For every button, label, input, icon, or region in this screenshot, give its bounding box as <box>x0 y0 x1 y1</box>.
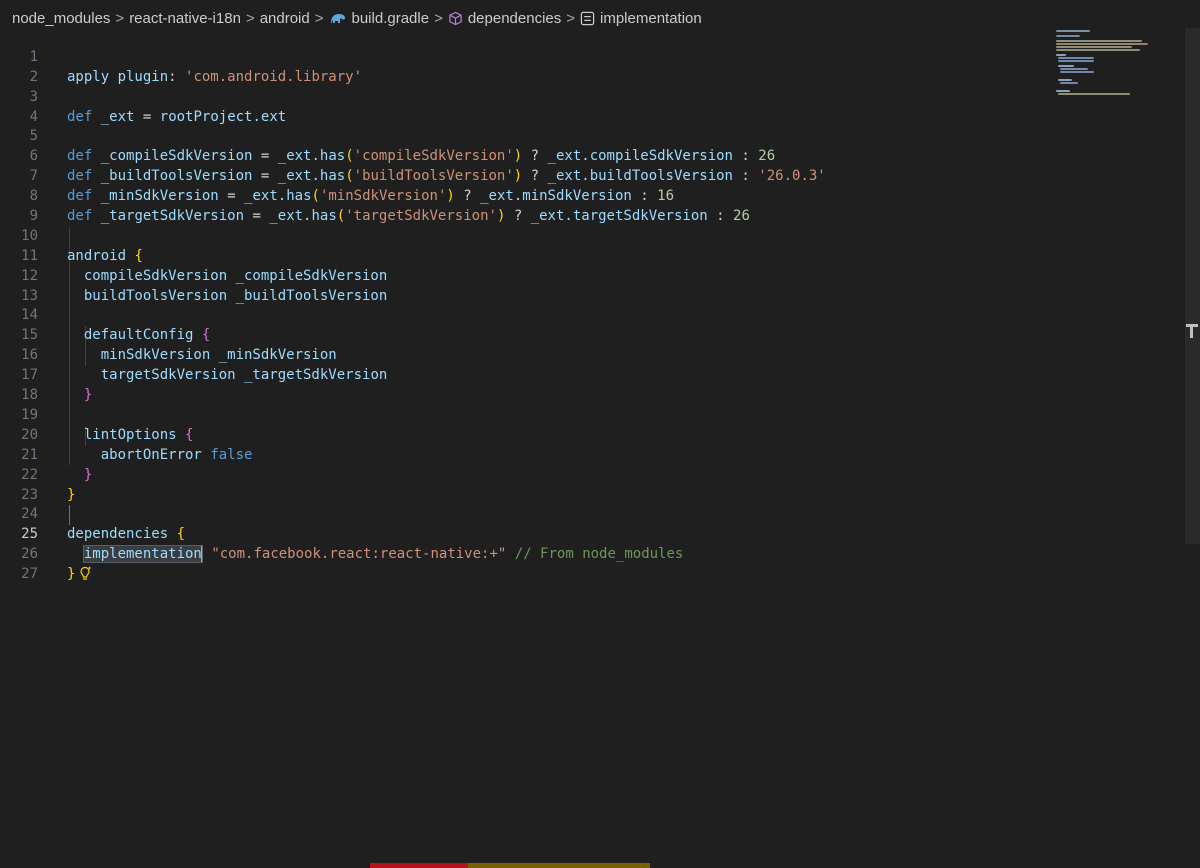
code-line: 12 buildToolsVersion _buildToolsVersion <box>0 247 1185 304</box>
code-line-active: 25 implementation "com.facebook.react:re… <box>0 505 1185 564</box>
minimap-line <box>1056 46 1132 48</box>
minimap-line <box>1058 79 1072 81</box>
minimap-line <box>1056 43 1148 45</box>
minimap-line <box>1058 93 1130 95</box>
code-line: 23 <box>0 466 1185 503</box>
code-editor[interactable]: 1 apply plugin: 'com.android.library' 2 … <box>0 28 1185 866</box>
code-line: 6 def _buildToolsVersion = _ext.has('bui… <box>0 127 1185 184</box>
code-line: 21 } <box>0 426 1185 483</box>
code-line: 27 <box>0 545 1185 582</box>
breadcrumb-separator: > <box>245 9 255 27</box>
minimap-line <box>1056 49 1140 51</box>
breadcrumb-item-build-gradle[interactable]: build.gradle <box>329 10 429 27</box>
minimap[interactable] <box>1052 28 1162 98</box>
code-line: 26 } <box>0 525 1185 582</box>
gradle-elephant-icon <box>330 14 345 23</box>
code-line: 4 <box>0 88 1185 125</box>
code-line: 15 minSdkVersion _minSdkVersion <box>0 306 1185 363</box>
code-line: 19 lintOptions { <box>0 386 1185 443</box>
breadcrumb-item-android[interactable]: android <box>260 10 310 27</box>
breadcrumb-separator: > <box>434 9 443 27</box>
breadcrumb-item-node-modules[interactable]: node_modules <box>12 10 110 27</box>
breadcrumb-item-implementation[interactable]: implementation <box>580 10 702 27</box>
code-line: 18 <box>0 366 1185 403</box>
minimap-line <box>1056 90 1070 92</box>
code-line: 17 } <box>0 346 1185 403</box>
line-number: 27 <box>21 566 38 583</box>
code-line: 20 abortOnError false <box>0 406 1185 463</box>
scrollbar-cursor-marker <box>1190 324 1193 338</box>
minimap-line <box>1056 35 1080 37</box>
breadcrumb-separator: > <box>314 9 324 27</box>
code-line: 13 <box>0 267 1185 304</box>
breadcrumb-separator: > <box>566 9 576 27</box>
minimap-line <box>1056 54 1066 56</box>
code-line: 3 def _ext = rootProject.ext <box>0 68 1185 125</box>
minimap-line <box>1060 68 1088 70</box>
symbol-field-icon <box>580 11 595 25</box>
code-line: 10 android { <box>0 207 1185 264</box>
minimap-line <box>1058 57 1094 59</box>
minimap-line <box>1060 71 1094 73</box>
minimap-line <box>1056 30 1090 32</box>
breadcrumb-separator: > <box>115 9 125 27</box>
vertical-scrollbar[interactable] <box>1185 28 1200 544</box>
bottom-highlight-olive <box>468 863 650 868</box>
code-line: 9 <box>0 187 1185 224</box>
bottom-highlight-red <box>370 863 468 868</box>
code-line: 22 } <box>0 446 1185 503</box>
lightbulb-sparkle-icon[interactable] <box>77 565 93 581</box>
minimap-line <box>1058 60 1094 62</box>
cube-icon <box>449 11 462 25</box>
code-line: 24 dependencies { <box>0 485 1185 542</box>
code-line: 5 def _compileSdkVersion = _ext.has('com… <box>0 108 1185 164</box>
minimap-line <box>1056 40 1142 42</box>
code-text: } <box>67 565 93 585</box>
code-line: 1 apply plugin: 'com.android.library' <box>0 28 1185 85</box>
minimap-line <box>1058 65 1074 67</box>
code-line: 2 <box>0 48 1185 85</box>
code-line: 16 targetSdkVersion _targetSdkVersion <box>0 326 1185 383</box>
code-line: 8 def _targetSdkVersion = _ext.has('targ… <box>0 167 1185 224</box>
code-line: 7 def _minSdkVersion = _ext.has('minSdkV… <box>0 147 1185 204</box>
code-line: 11 compileSdkVersion _compileSdkVersion <box>0 227 1185 284</box>
minimap-line <box>1060 82 1078 84</box>
breadcrumb-item-react-native-i18n[interactable]: react-native-i18n <box>129 10 241 27</box>
breadcrumb-item-dependencies[interactable]: dependencies <box>448 10 561 27</box>
code-line: 14 defaultConfig { <box>0 287 1185 343</box>
